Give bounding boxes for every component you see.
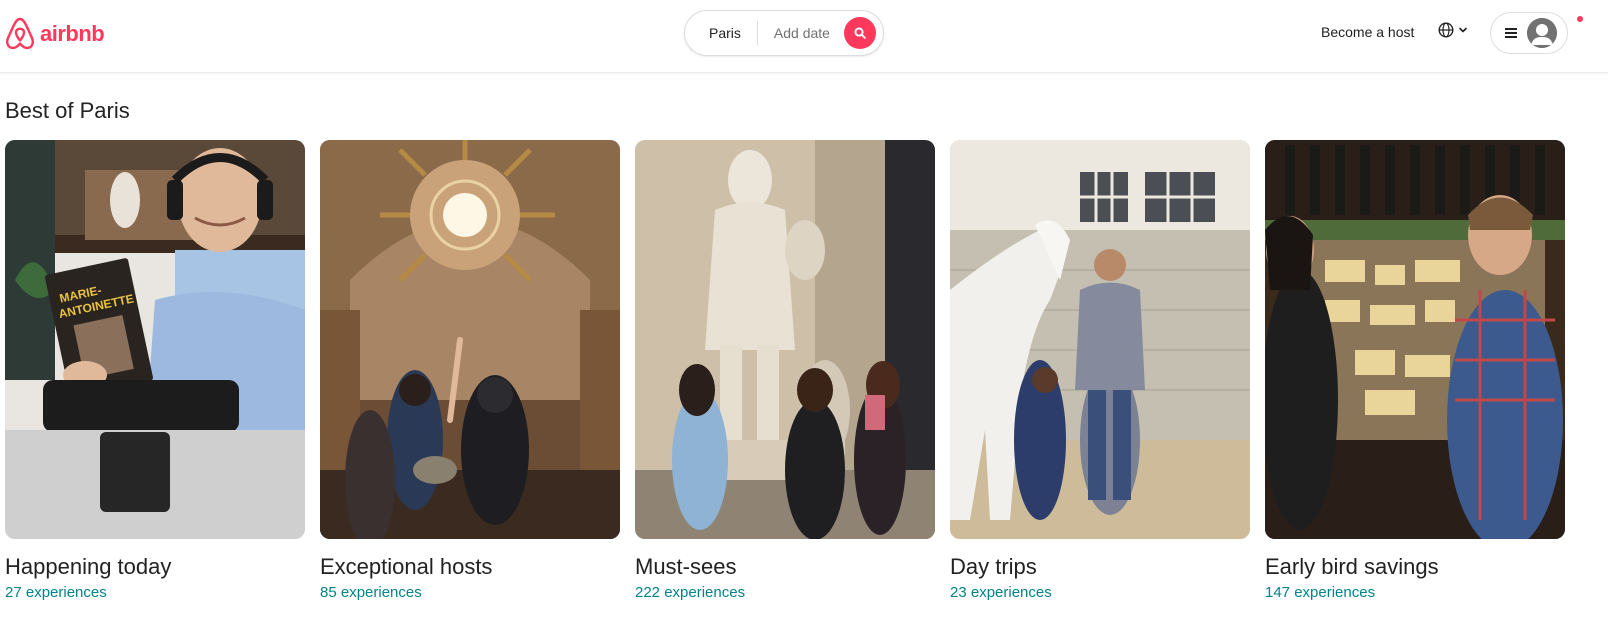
card-count[interactable]: 222 experiences bbox=[635, 584, 745, 601]
card-title[interactable]: Early bird savings bbox=[1265, 554, 1439, 580]
card-image[interactable]: MARIE- ANTOINETTE bbox=[5, 140, 305, 539]
top-header: airbnb Paris Add date Become a host bbox=[0, 0, 1608, 73]
category-card-exceptional-hosts[interactable]: Exceptional hosts 85 experiences bbox=[320, 140, 620, 601]
user-avatar bbox=[1527, 18, 1557, 48]
category-card-happening-today[interactable]: MARIE- ANTOINETTE Happening today 27 exp… bbox=[5, 140, 305, 601]
card-count[interactable]: 147 experiences bbox=[1265, 584, 1375, 601]
search-icon bbox=[854, 27, 866, 39]
online-host-with-book-photo: MARIE- ANTOINETTE bbox=[5, 140, 305, 539]
louvre-statue-visitors-photo bbox=[635, 140, 935, 539]
category-card-early-bird-savings[interactable]: Early bird savings 147 experiences bbox=[1265, 140, 1565, 601]
cheese-shop-hosts-photo bbox=[1265, 140, 1565, 539]
search-bar[interactable]: Paris Add date bbox=[684, 10, 884, 56]
user-avatar-icon bbox=[1527, 18, 1557, 48]
card-title[interactable]: Day trips bbox=[950, 554, 1037, 580]
card-image[interactable] bbox=[1265, 140, 1565, 539]
section-title: Best of Paris bbox=[5, 98, 130, 123]
card-count[interactable]: 27 experiences bbox=[5, 584, 107, 601]
search-date-placeholder[interactable]: Add date bbox=[758, 25, 844, 41]
card-image[interactable] bbox=[320, 140, 620, 539]
globe-icon bbox=[1438, 22, 1454, 38]
card-image[interactable] bbox=[950, 140, 1250, 539]
user-menu-button[interactable] bbox=[1490, 12, 1568, 54]
airbnb-logo[interactable]: airbnb bbox=[4, 17, 105, 50]
card-count[interactable]: 85 experiences bbox=[320, 584, 422, 601]
card-count[interactable]: 23 experiences bbox=[950, 584, 1052, 601]
language-button[interactable] bbox=[1438, 22, 1468, 38]
notification-dot-icon bbox=[1575, 14, 1585, 24]
palace-interior-tour-photo bbox=[320, 140, 620, 539]
category-card-must-sees[interactable]: Must-sees 222 experiences bbox=[635, 140, 935, 601]
card-title[interactable]: Must-sees bbox=[635, 554, 736, 580]
logo-text: airbnb bbox=[40, 20, 105, 46]
menu-icon bbox=[1505, 28, 1517, 38]
card-image[interactable] bbox=[635, 140, 935, 539]
airbnb-logo-icon bbox=[6, 17, 34, 50]
horse-stable-photo bbox=[950, 140, 1250, 539]
card-title[interactable]: Exceptional hosts bbox=[320, 554, 492, 580]
chevron-down-icon bbox=[1459, 27, 1467, 33]
category-card-day-trips[interactable]: Day trips 23 experiences bbox=[950, 140, 1250, 601]
search-location[interactable]: Paris bbox=[685, 21, 758, 45]
card-title[interactable]: Happening today bbox=[5, 554, 171, 580]
become-host-link[interactable]: Become a host bbox=[1321, 24, 1414, 40]
search-button[interactable] bbox=[844, 17, 876, 49]
